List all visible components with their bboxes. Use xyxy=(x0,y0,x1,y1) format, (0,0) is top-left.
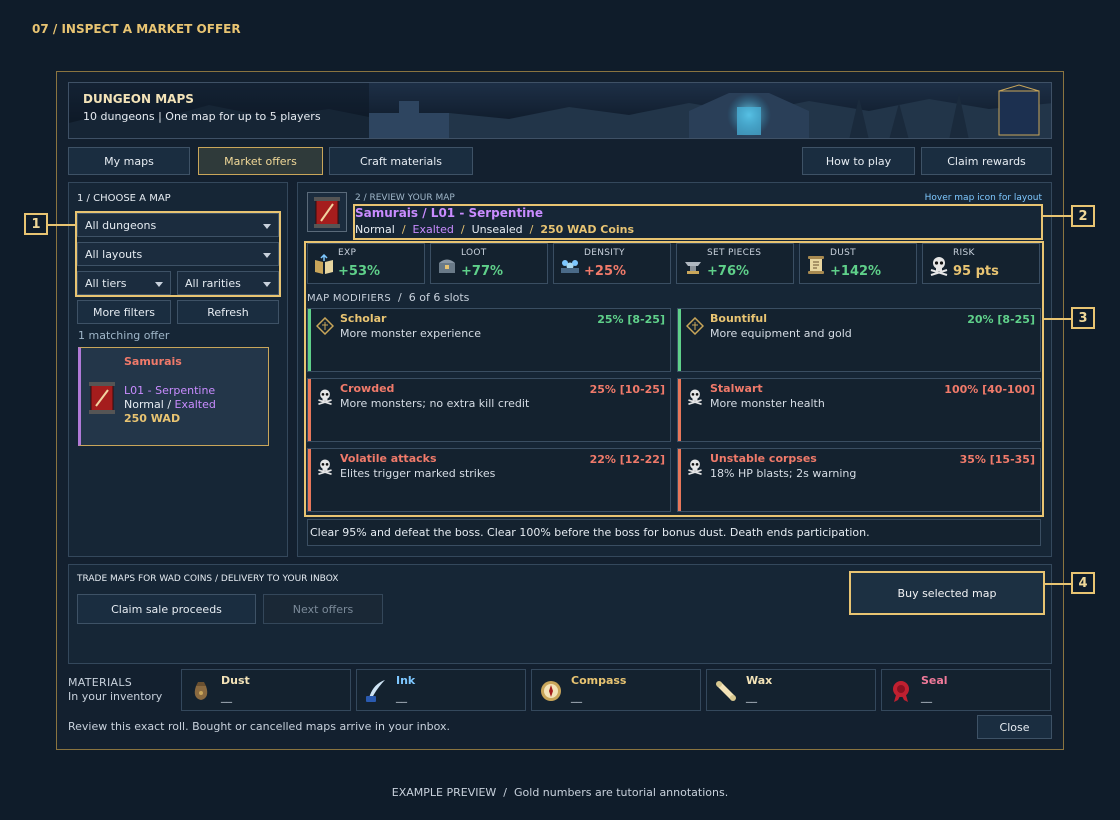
material-seal: Seal __ xyxy=(881,669,1051,711)
material-name: Dust xyxy=(221,674,250,687)
materials-subtitle: In your inventory xyxy=(68,690,163,703)
materials-title: MATERIALS xyxy=(68,676,133,689)
footer-note: Review this exact roll. Bought or cancel… xyxy=(68,720,451,733)
banner-title: DUNGEON MAPS xyxy=(83,92,194,106)
offer-price: 250 WAD xyxy=(124,412,181,425)
tab-craft-materials[interactable]: Craft materials xyxy=(329,147,473,175)
offer-name: Samurais xyxy=(124,355,182,368)
material-count: __ xyxy=(396,690,407,703)
annotation-box-1 xyxy=(75,211,281,297)
claim-rewards-button[interactable]: Claim rewards xyxy=(921,147,1052,175)
material-name: Seal xyxy=(921,674,948,687)
material-compass: Compass __ xyxy=(531,669,701,711)
material-name: Ink xyxy=(396,674,416,687)
more-filters-button[interactable]: More filters xyxy=(77,300,171,324)
banner-subtitle: 10 dungeons | One map for up to 5 player… xyxy=(83,110,321,123)
review-step-title: 2 / REVIEW YOUR MAP xyxy=(355,193,455,203)
matching-offer-count: 1 matching offer xyxy=(78,329,170,342)
objective-text: Clear 95% and defeat the boss. Clear 100… xyxy=(307,519,1041,546)
dungeon-banner: DUNGEON MAPS 10 dungeons | One map for u… xyxy=(68,82,1052,139)
material-count: __ xyxy=(746,690,757,703)
offer-map: L01 - Serpentine xyxy=(124,384,216,397)
close-button[interactable]: Close xyxy=(977,715,1052,739)
material-name: Compass xyxy=(571,674,627,687)
wax-scroll-icon xyxy=(716,681,736,701)
map-scroll-icon xyxy=(89,382,115,414)
next-offers-button[interactable]: Next offers xyxy=(263,594,383,624)
annotation-leader-3 xyxy=(1044,318,1071,320)
seal-icon xyxy=(893,681,909,702)
offer-tier: Normal xyxy=(124,398,164,411)
annotation-leader-2 xyxy=(1043,215,1071,217)
separator: / xyxy=(167,398,172,411)
dust-pouch-icon xyxy=(194,682,208,700)
annotation-badge-2: 2 xyxy=(1071,205,1095,227)
layout-hint: Hover map icon for layout xyxy=(924,193,1042,203)
annotation-leader-4 xyxy=(1045,583,1071,585)
claim-sale-proceeds-button[interactable]: Claim sale proceeds xyxy=(77,594,256,624)
material-dust: Dust __ xyxy=(181,669,351,711)
preview-caption: EXAMPLE PREVIEW / Gold numbers are tutor… xyxy=(391,786,729,799)
tab-market-offers[interactable]: Market offers xyxy=(198,147,323,175)
quill-icon xyxy=(366,680,385,702)
annotation-badge-1: 1 xyxy=(24,213,48,235)
trade-title: TRADE MAPS FOR WAD COINS / DELIVERY TO Y… xyxy=(77,574,339,584)
map-scroll-icon[interactable] xyxy=(307,192,347,232)
offer-tier-rarity: Normal / Exalted xyxy=(124,398,216,411)
tab-my-maps[interactable]: My maps xyxy=(68,147,190,175)
how-to-play-button[interactable]: How to play xyxy=(802,147,915,175)
material-count: __ xyxy=(221,690,232,703)
annotation-leader-1 xyxy=(48,224,75,226)
material-ink: Ink __ xyxy=(356,669,526,711)
offer-rarity: Exalted xyxy=(174,398,216,411)
annotation-badge-4: 4 xyxy=(1071,572,1095,594)
material-name: Wax xyxy=(746,674,773,687)
page-heading: 07 / INSPECT A MARKET OFFER xyxy=(32,22,241,36)
buy-selected-map-button[interactable]: Buy selected map xyxy=(849,571,1045,615)
refresh-button[interactable]: Refresh xyxy=(177,300,279,324)
material-count: __ xyxy=(571,690,582,703)
annotation-badge-3: 3 xyxy=(1071,307,1095,329)
annotation-box-2 xyxy=(353,204,1043,240)
material-wax: Wax __ xyxy=(706,669,876,711)
choose-map-title: 1 / CHOOSE A MAP xyxy=(77,193,171,204)
compass-icon xyxy=(541,681,561,701)
market-offer-card[interactable]: Samurais L01 - Serpentine Normal / Exalt… xyxy=(78,347,269,446)
annotation-box-3 xyxy=(304,241,1044,517)
material-count: __ xyxy=(921,690,932,703)
